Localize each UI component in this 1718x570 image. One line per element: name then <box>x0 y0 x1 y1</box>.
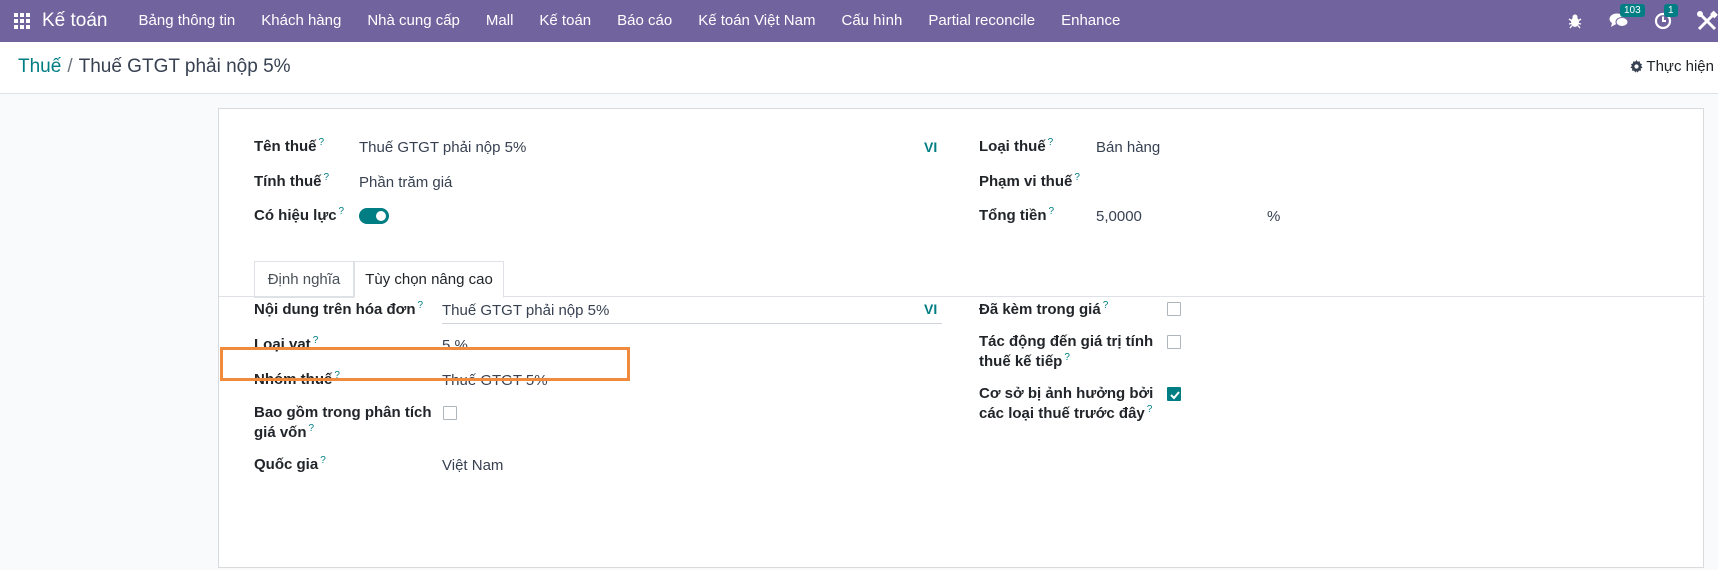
messages-icon[interactable]: 103 <box>1608 4 1645 32</box>
analytic-cost-label-line1: Bao gồm trong phân tích <box>254 404 432 421</box>
base-affected-checkbox[interactable] <box>1167 387 1181 401</box>
actions-button[interactable]: Thực hiện <box>1630 58 1714 75</box>
tax-type-select[interactable]: Bán hàng <box>1096 139 1160 156</box>
amount-unit: % <box>1267 208 1281 225</box>
menu-item-enhance[interactable]: Enhance <box>1048 0 1133 42</box>
country-label: Quốc gia? <box>254 455 326 473</box>
price-include-label: Đã kèm trong giá? <box>979 300 1109 318</box>
price-include-checkbox[interactable] <box>1167 302 1181 316</box>
tax-computation-label: Tính thuế? <box>254 172 330 190</box>
tools-icon[interactable] <box>1696 10 1718 32</box>
gear-icon <box>1630 60 1644 73</box>
actions-label: Thực hiện <box>1646 58 1714 75</box>
activities-clock-icon[interactable]: 1 <box>1652 4 1678 32</box>
country-select[interactable]: Việt Nam <box>442 457 503 474</box>
active-toggle[interactable] <box>359 208 389 224</box>
top-navbar: Kế toán Bảng thông tin Khách hàng Nhà cu… <box>0 0 1718 42</box>
tax-scope-select[interactable] <box>1096 174 1346 192</box>
analytic-cost-checkbox[interactable] <box>443 406 457 420</box>
menu-item-partial-reconcile[interactable]: Partial reconcile <box>915 0 1048 42</box>
menu-item-vendors[interactable]: Nhà cung cấp <box>354 0 473 42</box>
amount-input[interactable]: 5,0000 <box>1096 208 1142 225</box>
navbar-systray: 103 1 <box>1542 0 1718 42</box>
app-name[interactable]: Kế toán <box>42 10 108 32</box>
control-panel: Thuế / Thuế GTGT phải nộp 5% Thực hiện <box>0 42 1718 94</box>
messages-count-badge: 103 <box>1620 4 1645 17</box>
activities-count-badge: 1 <box>1664 4 1678 17</box>
include-base-amount-label-line1: Tác động đến giá trị tính <box>979 333 1154 350</box>
vat-type-highlight-box <box>220 347 630 381</box>
tax-type-label: Loại thuế? <box>979 137 1054 155</box>
menu-item-dashboard[interactable]: Bảng thông tin <box>126 0 249 42</box>
menu-item-vn-accounting[interactable]: Kế toán Việt Nam <box>685 0 828 42</box>
debug-bug-icon[interactable] <box>1564 10 1586 32</box>
amount-label: Tổng tiền? <box>979 206 1055 224</box>
invoice-label-label: Nội dung trên hóa đơn? <box>254 300 424 318</box>
tax-scope-label: Phạm vi thuế? <box>979 172 1080 190</box>
tab-definition[interactable]: Định nghĩa <box>254 261 354 298</box>
analytic-cost-label-line2: giá vốn? <box>254 423 315 441</box>
invoice-label-underline <box>442 323 942 324</box>
invoice-label-input[interactable]: Thuế GTGT phải nộp 5% <box>442 302 609 319</box>
checkmark-icon <box>1170 391 1180 400</box>
include-base-amount-checkbox[interactable] <box>1167 335 1181 349</box>
base-affected-label-line2: các loại thuế trước đây? <box>979 404 1153 422</box>
active-label: Có hiệu lực? <box>254 206 345 224</box>
tax-name-label: Tên thuế? <box>254 137 325 155</box>
tab-advanced-options[interactable]: Tùy chọn nâng cao <box>354 261 504 298</box>
apps-menu-icon[interactable] <box>12 11 32 31</box>
menu-item-accounting[interactable]: Kế toán <box>526 0 604 42</box>
breadcrumb: Thuế / Thuế GTGT phải nộp 5% <box>18 56 291 78</box>
breadcrumb-current: Thuế GTGT phải nộp 5% <box>78 56 291 77</box>
base-affected-label-line1: Cơ sở bị ảnh hưởng bởi <box>979 385 1154 402</box>
breadcrumb-parent-link[interactable]: Thuế <box>18 56 61 77</box>
tax-computation-select[interactable]: Phần trăm giá <box>359 174 452 191</box>
menu-item-reporting[interactable]: Báo cáo <box>604 0 685 42</box>
menu-item-configuration[interactable]: Cấu hình <box>828 0 915 42</box>
breadcrumb-separator: / <box>67 56 73 77</box>
menu-item-mall[interactable]: Mall <box>473 0 527 42</box>
include-base-amount-label-line2: thuế kế tiếp? <box>979 352 1070 370</box>
tax-name-lang-button[interactable]: VI <box>924 139 937 155</box>
invoice-label-lang-button[interactable]: VI <box>924 301 937 317</box>
menu-item-customers[interactable]: Khách hàng <box>248 0 354 42</box>
main-menu: Bảng thông tin Khách hàng Nhà cung cấp M… <box>126 0 1134 42</box>
notebook-tabs: Định nghĩa Tùy chọn nâng cao <box>219 261 1705 298</box>
tax-name-input[interactable]: Thuế GTGT phải nộp 5% <box>359 139 526 156</box>
form-sheet: Tên thuế? Thuế GTGT phải nộp 5% VI Tính … <box>218 108 1705 568</box>
